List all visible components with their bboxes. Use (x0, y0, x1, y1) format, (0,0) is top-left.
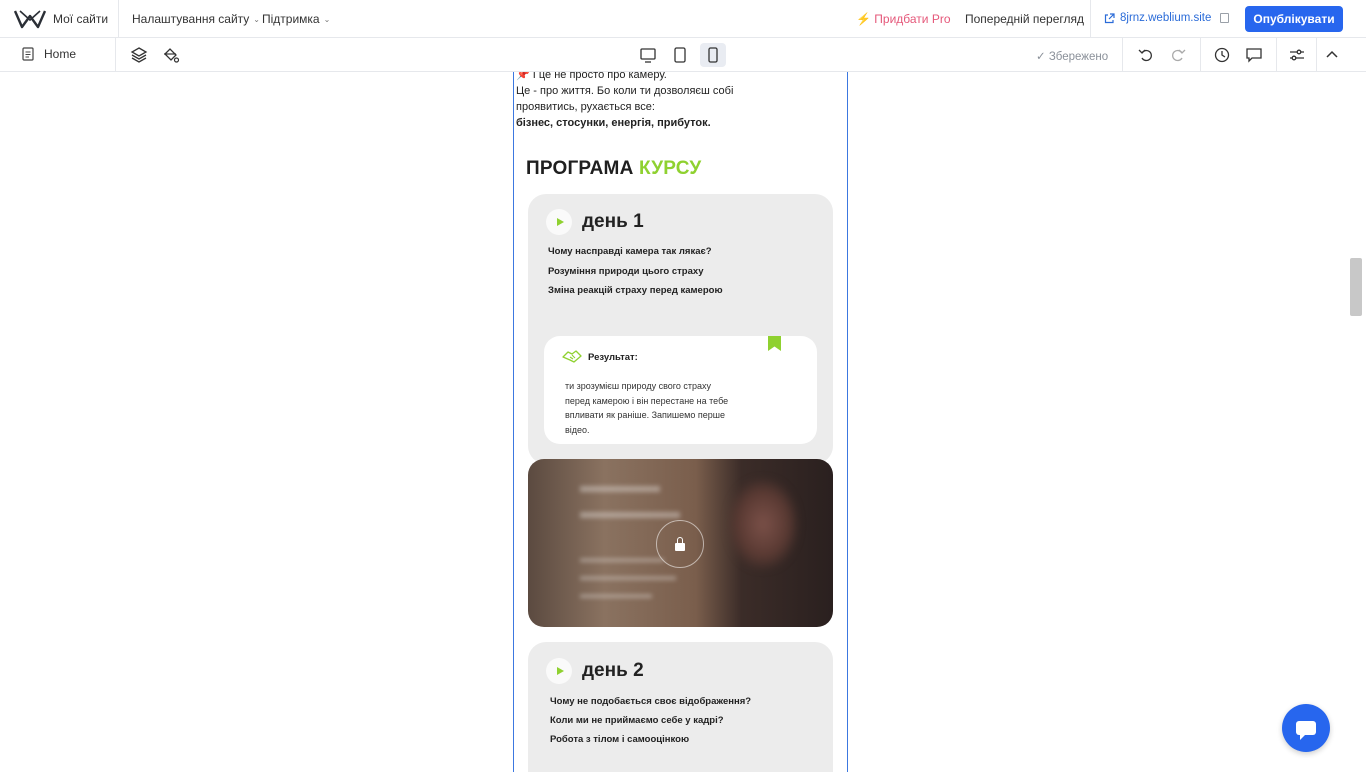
weblium-logo-icon[interactable] (14, 8, 46, 30)
page-selector[interactable]: Home (22, 47, 76, 61)
comment-icon[interactable] (1245, 46, 1263, 64)
divider (1316, 38, 1317, 72)
program-title-main: ПРОГРАМА (526, 158, 634, 179)
mobile-preview-frame: 📌 І це не просто про камеру. Це - про жи… (513, 72, 848, 772)
topic-item: Розуміння природи цього страху (548, 266, 704, 277)
chevron-down-icon: ⌄ (253, 14, 260, 24)
external-link-icon (1104, 12, 1115, 23)
program-title[interactable]: ПРОГРАМА КУРСУ (526, 158, 701, 180)
preview-button[interactable]: Попередній перегляд (965, 12, 1084, 26)
result-text: ти зрозумієш природу свого страху перед … (565, 381, 729, 435)
saved-status: ✓ Збережено (1036, 49, 1108, 63)
support-label: Підтримка (262, 12, 320, 26)
topic-item: Чому не подобається своє відображення? (550, 696, 752, 707)
divider (1200, 38, 1201, 72)
intro-line-3: бізнес, стосунки, енергія, прибуток. (516, 117, 711, 129)
handshake-icon (562, 350, 582, 363)
day-label: день 1 (582, 211, 644, 232)
topic-item: Коли ми не приймаємо себе у кадрі? (550, 715, 724, 726)
site-url-text: 8jrnz.weblium.site (1120, 12, 1212, 24)
intro-line-2: Це - про життя. Бо коли ти дозволяєш соб… (516, 85, 734, 113)
buy-pro-label: Придбати Pro (874, 12, 951, 26)
intro-line-1: 📌 І це не просто про камеру. (516, 72, 667, 81)
chevron-up-icon[interactable] (1323, 46, 1341, 64)
bookmark-icon (768, 336, 781, 351)
program-title-accent: КУРСУ (639, 158, 702, 179)
topic-item: Робота з тілом і самооцінкою (550, 734, 690, 745)
redo-icon[interactable] (1169, 46, 1187, 64)
tablet-view-icon[interactable] (671, 46, 689, 64)
lock-icon[interactable] (656, 520, 704, 568)
chat-support-button[interactable] (1282, 704, 1330, 752)
chevron-down-icon: ⌄ (323, 14, 331, 24)
play-icon (546, 209, 572, 235)
buy-pro-button[interactable]: ⚡ Придбати Pro (856, 12, 951, 26)
blurred-portrait (728, 479, 798, 569)
day-label: день 2 (582, 660, 644, 681)
paint-bucket-icon[interactable] (162, 46, 180, 64)
support-menu[interactable]: Підтримка ⌄ (262, 12, 330, 26)
copy-icon[interactable] (1220, 13, 1230, 23)
site-url-link[interactable]: 8jrnz.weblium.site (1104, 12, 1230, 24)
layers-icon[interactable] (130, 46, 148, 64)
blurred-title: ▬▬▬▬▬ (580, 501, 680, 523)
divider (115, 38, 116, 72)
play-icon (546, 658, 572, 684)
check-icon: ✓ (1036, 51, 1046, 63)
page-name: Home (44, 47, 77, 61)
day-card[interactable]: день 2 Чому не подобається своє відображ… (528, 642, 833, 772)
desktop-view-icon[interactable] (639, 46, 657, 64)
page-icon (22, 47, 34, 61)
blurred-title: ▬▬▬▬ (580, 475, 660, 497)
chat-icon (1296, 721, 1316, 740)
undo-icon[interactable] (1137, 46, 1155, 64)
topic-item: Чому насправді камера так лякає? (548, 246, 712, 257)
divider (1122, 38, 1123, 72)
page-scrollbar[interactable] (1350, 258, 1362, 316)
site-settings-menu[interactable]: Налаштування сайту ⌄ (132, 12, 260, 26)
blurred-subtitle: ▬▬▬▬▬▬ (580, 587, 652, 601)
divider (1090, 0, 1091, 38)
top-bar: Мої сайти Налаштування сайту ⌄ Підтримка… (0, 0, 1366, 38)
settings-sliders-icon[interactable] (1288, 46, 1306, 64)
mobile-view-icon (708, 47, 718, 63)
history-icon[interactable] (1213, 46, 1231, 64)
my-sites-link[interactable]: Мої сайти (53, 12, 108, 26)
locked-video[interactable]: ▬▬▬▬ ▬▬▬▬▬ ▬▬▬▬▬▬▬ ▬▬▬▬▬▬▬▬ ▬▬▬▬▬▬ (528, 459, 833, 627)
blurred-subtitle: ▬▬▬▬▬▬▬▬ (580, 569, 676, 583)
day-header: день 2 (546, 658, 644, 684)
blurred-subtitle: ▬▬▬▬▬▬▬ (580, 551, 664, 565)
lightning-icon: ⚡ (856, 12, 871, 26)
mobile-view-button[interactable] (700, 43, 726, 67)
intro-text[interactable]: 📌 І це не просто про камеру. Це - про жи… (516, 72, 776, 131)
divider (118, 0, 119, 38)
publish-button[interactable]: Опублікувати (1245, 6, 1343, 32)
result-box: Результат: ти зрозумієш природу свого ст… (544, 336, 817, 444)
day-card[interactable]: день 1 Чому насправді камера так лякає? … (528, 194, 833, 464)
site-settings-label: Налаштування сайту (132, 12, 250, 26)
divider (1276, 38, 1277, 72)
topic-item: Зміна реакцій страху перед камерою (548, 285, 723, 296)
saved-label: Збережено (1048, 51, 1109, 63)
result-label: Результат: (588, 352, 638, 363)
editor-toolbar: Home ✓ Збережено (0, 38, 1366, 72)
day-header: день 1 (546, 209, 644, 235)
